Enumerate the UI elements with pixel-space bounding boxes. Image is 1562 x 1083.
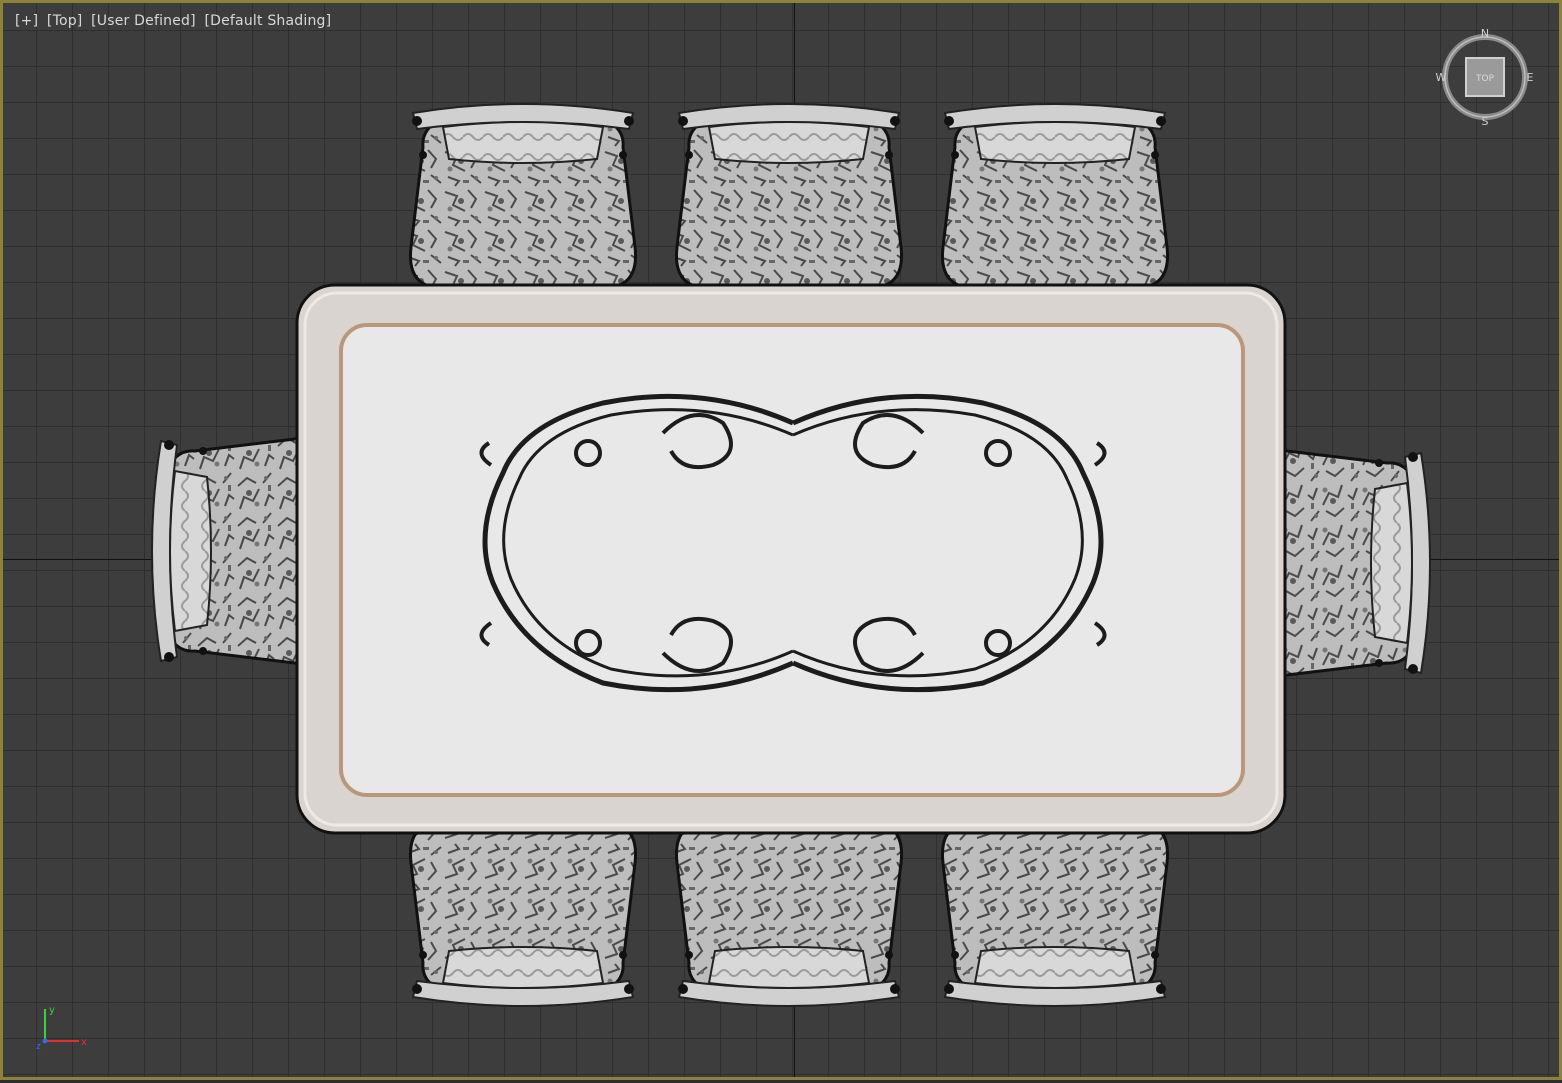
viewcube-face-label: TOP xyxy=(1475,74,1495,84)
chair-bottom-left[interactable] xyxy=(408,821,638,1008)
z-axis-icon xyxy=(42,1038,48,1044)
scene-render[interactable] xyxy=(3,3,1562,1083)
y-axis-label: y xyxy=(49,1005,55,1016)
dining-table[interactable] xyxy=(295,283,1287,835)
axis-tripod: y x z xyxy=(36,1005,87,1051)
compass-west: W xyxy=(1436,71,1447,84)
viewport-view-menu[interactable]: [Top] xyxy=(47,13,83,29)
compass-north: N xyxy=(1481,27,1489,40)
chair-bottom-right[interactable] xyxy=(940,821,1170,1008)
top-viewport[interactable]: [+] [Top] [User Defined] [Default Shadin… xyxy=(0,0,1562,1080)
compass-south: S xyxy=(1482,115,1489,127)
viewcube[interactable]: TOP N S E W xyxy=(1435,27,1535,127)
chair-top-left[interactable] xyxy=(408,102,638,289)
chair-top-center[interactable] xyxy=(674,102,904,289)
x-axis-label: x xyxy=(81,1037,87,1048)
chair-top-right[interactable] xyxy=(940,102,1170,289)
viewport-plus-menu[interactable]: [+] xyxy=(15,13,38,29)
z-axis-label: z xyxy=(36,1042,41,1051)
viewport-shading-menu[interactable]: [Default Shading] xyxy=(204,13,331,29)
chair-bottom-center[interactable] xyxy=(674,821,904,1008)
viewport-preset-menu[interactable]: [User Defined] xyxy=(91,13,196,29)
viewport-label-menu[interactable]: [+] [Top] [User Defined] [Default Shadin… xyxy=(15,13,335,29)
compass-east: E xyxy=(1527,71,1534,84)
